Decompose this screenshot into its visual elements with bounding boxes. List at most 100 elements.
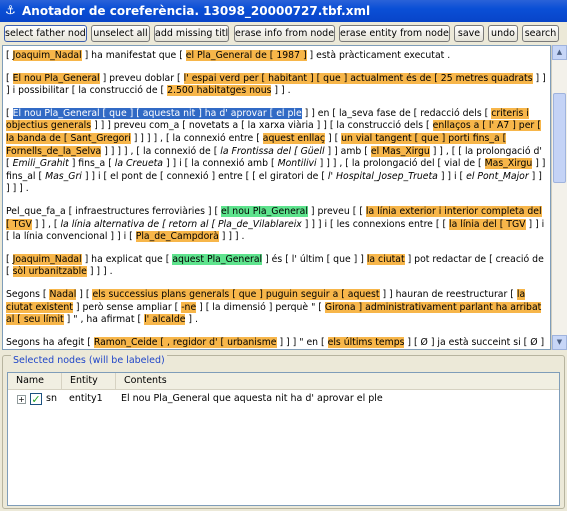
mention-italic[interactable]: l' Hospital_Josep_Trueta bbox=[328, 171, 438, 182]
scroll-up-icon[interactable]: ▲ bbox=[552, 45, 567, 60]
text-segment: ] ha manifestat que [ bbox=[81, 50, 186, 61]
row-name: sn bbox=[46, 393, 57, 404]
mention-italic[interactable]: Emili_Grahit bbox=[13, 158, 69, 169]
text-segment: ] ] . bbox=[271, 85, 291, 97]
text-segment: ] [ la dimensió ] perquè " [ bbox=[196, 301, 325, 313]
annotation-text-pane[interactable]: [ Joaquim_Nadal ] ha manifestat que [ el… bbox=[2, 45, 551, 350]
text-segment: ] ha explicat que [ bbox=[81, 253, 173, 265]
paragraph-2: [ El nou Pla_General ] preveu doblar [ l… bbox=[6, 72, 547, 98]
row-entity: entity1 bbox=[69, 393, 103, 404]
row-contents: El nou Pla_General que aquesta nit ha d'… bbox=[121, 393, 383, 404]
mention-italic[interactable]: el Pont_Major bbox=[466, 171, 529, 182]
search-button[interactable]: search bbox=[522, 25, 559, 42]
text-segment: ] [ bbox=[325, 132, 342, 144]
mention-highlight[interactable]: l' alcalde bbox=[144, 314, 186, 326]
row-checkbox[interactable]: ✓ bbox=[30, 393, 42, 405]
mention-italic[interactable]: la línia alternativa de [ retorn al [ Pl… bbox=[60, 219, 301, 230]
erase-info-button[interactable]: erase info from nodes bbox=[234, 25, 335, 42]
title-bar: ⚓ Anotador de coreferència. 13098_200007… bbox=[0, 0, 567, 22]
paragraph-4: Pel_que_fa_a [ infraestructures ferrovià… bbox=[6, 205, 547, 244]
mention-highlight[interactable]: El nou Pla_General bbox=[12, 72, 100, 84]
paragraph-3: [ El nou Pla_General [ que ] [ aquesta n… bbox=[6, 107, 547, 196]
mention-highlight[interactable]: Mas_Xirgu bbox=[484, 158, 533, 170]
table-header: Name Entity Contents bbox=[8, 373, 559, 390]
mention-highlight[interactable]: el Mas_Xirgu bbox=[370, 145, 430, 157]
mention-highlight[interactable]: Ramon_Ceide [ , regidor d' [ urbanisme bbox=[93, 336, 277, 348]
text-segment: ] ] ] " en [ bbox=[276, 336, 328, 348]
text-segment: ] preveu doblar [ bbox=[99, 72, 184, 84]
text-segment: ] ] amb [ bbox=[324, 145, 371, 157]
mention-highlight[interactable]: els últims temps bbox=[327, 336, 405, 348]
mention-highlight[interactable]: la línia del [ TGV bbox=[449, 218, 526, 230]
mention-italic[interactable]: Montilivi bbox=[278, 158, 317, 169]
column-entity-header[interactable]: Entity bbox=[62, 373, 116, 389]
mention-italic[interactable]: la Creueta bbox=[115, 158, 163, 169]
unselect-all-button[interactable]: unselect all bbox=[91, 25, 150, 42]
mention-highlight[interactable]: Joaquim_Nadal bbox=[12, 253, 82, 265]
text-segment: [ bbox=[6, 72, 13, 84]
text-segment: Segons [ bbox=[6, 288, 50, 300]
text-segment: ] ] i [ bbox=[437, 170, 467, 182]
mention-highlight[interactable]: -ne bbox=[181, 301, 197, 313]
text-segment: ] ] ] i [ les connexions entre [ [ bbox=[301, 218, 450, 230]
mention-highlight[interactable]: l' espai verd per [ habitant ] [ que ] a… bbox=[183, 72, 533, 84]
text-segment: ] ] ] ] , [ la connexió entre [ bbox=[130, 132, 263, 144]
mention-italic[interactable]: Mas_Gri bbox=[45, 171, 82, 182]
add-missing-title-button[interactable]: add missing title bbox=[154, 25, 229, 42]
undo-button[interactable]: undo bbox=[488, 25, 518, 42]
expand-icon[interactable]: + bbox=[17, 395, 26, 404]
mention-highlight[interactable]: Nadal bbox=[49, 288, 77, 300]
text-segment: ] ] ] preveu com_a [ novetats a [ la xar… bbox=[91, 120, 433, 132]
mention-highlight[interactable]: sòl urbanitzable bbox=[12, 266, 87, 278]
text-segment: [ bbox=[6, 253, 13, 265]
mention-highlight[interactable]: El nou Pla_General [ que ] [ aquesta nit… bbox=[12, 107, 302, 119]
text-segment: ] ] ] . bbox=[86, 266, 113, 278]
toolbar: select father node unselect all add miss… bbox=[0, 22, 567, 44]
mention-highlight[interactable]: aquest enllaç bbox=[262, 132, 326, 144]
save-button[interactable]: save bbox=[454, 25, 484, 42]
text-segment: Pel_que_fa_a [ infraestructures ferrovià… bbox=[6, 205, 222, 217]
column-contents-header[interactable]: Contents bbox=[116, 373, 559, 389]
text-segment: ] està pràcticament executat . bbox=[306, 50, 451, 61]
selected-nodes-panel: Selected nodes (will be labeled) Name En… bbox=[2, 355, 565, 509]
text-segment: ] ] en [ la_seva fase de [ redacció dels… bbox=[301, 107, 492, 119]
text-segment: ] ] ] , [ la prolongació del [ vial de [ bbox=[316, 158, 485, 170]
text-segment: ] . bbox=[185, 314, 198, 326]
mention-highlight[interactable]: Pla_de_Campdorà bbox=[135, 231, 219, 243]
text-segment: ] ] hauran de reestructurar [ bbox=[379, 288, 517, 300]
mention-highlight[interactable]: la ciutat bbox=[366, 253, 405, 265]
split-divider[interactable] bbox=[0, 350, 567, 354]
text-segment: ] [ bbox=[76, 288, 93, 300]
text-segment: ] preveu [ [ bbox=[307, 205, 366, 217]
erase-entity-button[interactable]: erase entity from nodes bbox=[339, 25, 450, 42]
annotation-text: [ Joaquim_Nadal ] ha manifestat que [ el… bbox=[3, 46, 550, 349]
paragraph-5: [ Joaquim_Nadal ] ha explicat que [ aque… bbox=[6, 253, 547, 279]
mention-highlight[interactable]: el nou Pla_General bbox=[221, 205, 308, 217]
selected-nodes-table: Name Entity Contents + ✓ sn entity1 El n… bbox=[7, 372, 560, 506]
scroll-thumb[interactable] bbox=[553, 93, 566, 183]
text-segment: ] ] , [ bbox=[31, 218, 61, 230]
paragraph-1: [ Joaquim_Nadal ] ha manifestat que [ el… bbox=[6, 50, 547, 63]
mention-highlight[interactable]: els successius plans generals [ que ] pu… bbox=[92, 288, 380, 300]
text-segment: [ bbox=[6, 50, 13, 61]
paragraph-7: Segons ha afegit [ Ramon_Ceide [ , regid… bbox=[6, 336, 547, 349]
text-scrollbar[interactable]: ▲ ▼ bbox=[551, 45, 567, 350]
text-segment: ] ] i [ la connexió amb [ bbox=[163, 158, 278, 170]
anchor-icon: ⚓ bbox=[5, 3, 16, 17]
text-segment: ] ] i [ el pont de [ connexió ] entre [ … bbox=[81, 170, 328, 182]
mention-italic[interactable]: la Frontissa del [ Güell bbox=[220, 146, 324, 157]
text-segment: [ bbox=[6, 107, 13, 119]
text-segment: ] però sense ampliar [ bbox=[72, 301, 182, 313]
selected-nodes-title: Selected nodes (will be labeled) bbox=[11, 355, 167, 366]
window-title: Anotador de coreferència. 13098_20000727… bbox=[22, 4, 371, 18]
mention-highlight[interactable]: 2.500 habitatges nous bbox=[167, 85, 272, 97]
table-row[interactable]: + ✓ sn entity1 El nou Pla_General que aq… bbox=[8, 391, 559, 407]
text-segment: ] " , ha afirmat [ bbox=[63, 314, 145, 326]
mention-highlight[interactable]: aquest Pla_General bbox=[172, 253, 263, 265]
mention-highlight[interactable]: el Pla_General de [ 1987 ] bbox=[185, 50, 307, 61]
mention-highlight[interactable]: Joaquim_Nadal bbox=[12, 50, 82, 61]
select-father-node-button[interactable]: select father node bbox=[4, 25, 87, 42]
text-segment: Segons ha afegit [ bbox=[6, 336, 94, 348]
scroll-down-icon[interactable]: ▼ bbox=[552, 335, 567, 350]
column-name-header[interactable]: Name bbox=[8, 373, 62, 389]
